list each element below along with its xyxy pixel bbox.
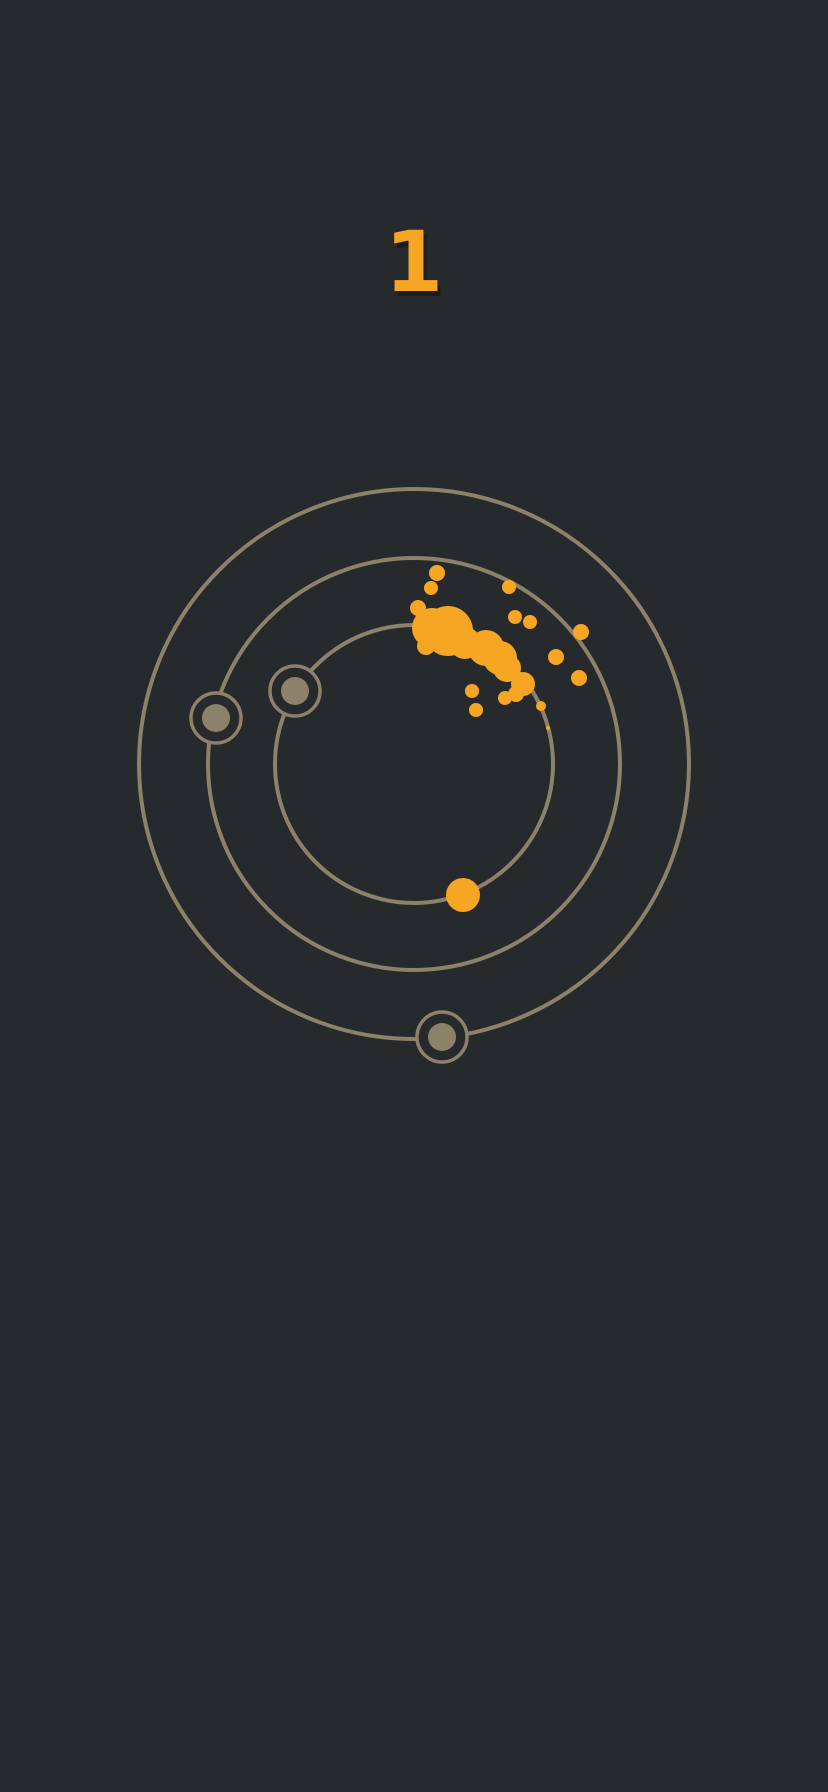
player-ball <box>446 878 480 912</box>
outer-orbit-ring <box>137 487 691 1041</box>
game-board[interactable] <box>0 0 828 1792</box>
orbit-node <box>415 1010 469 1064</box>
particle-burst <box>410 565 589 730</box>
orbit-rings <box>137 487 691 1041</box>
orbit-node <box>189 691 243 745</box>
orbit-node <box>268 664 322 718</box>
